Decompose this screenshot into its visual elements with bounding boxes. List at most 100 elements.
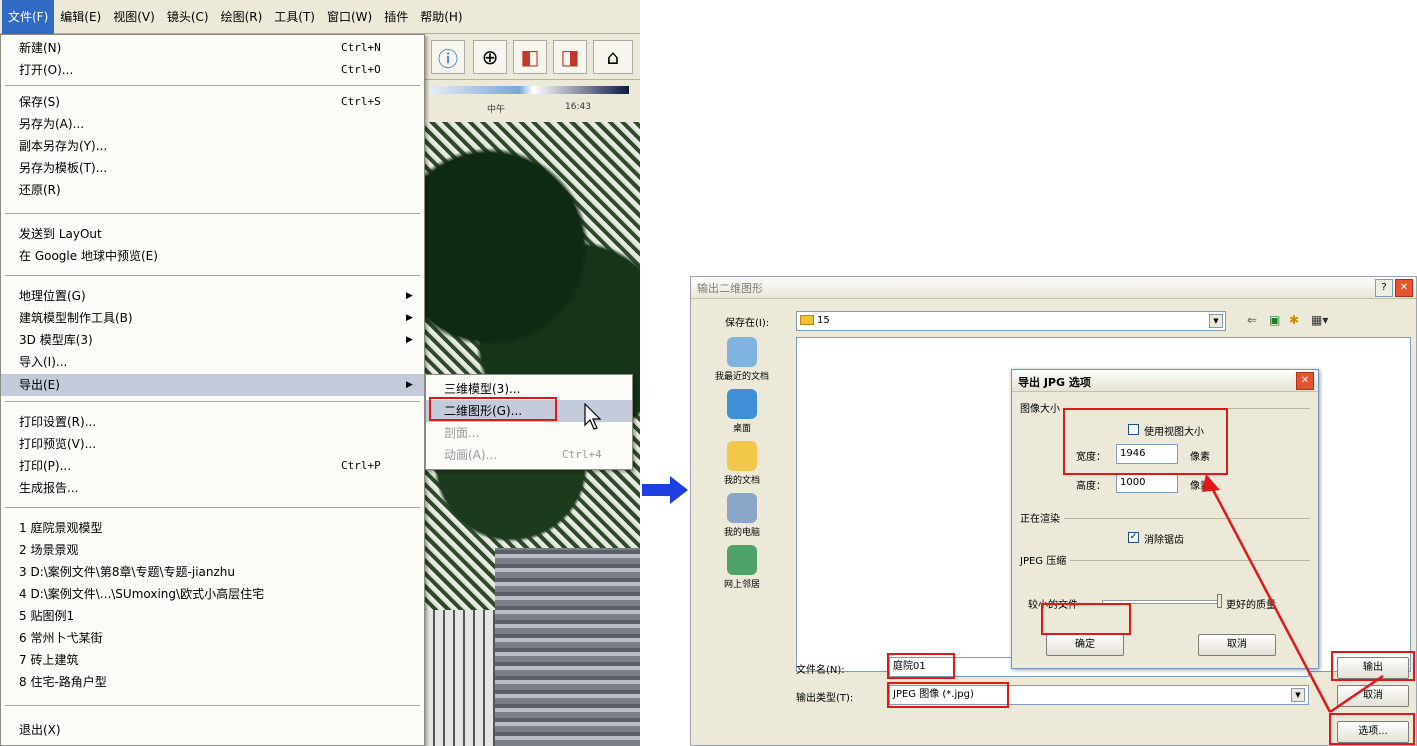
menu-item-revert[interactable]: 还原(R): [1, 179, 424, 201]
menu-item-print-preview[interactable]: 打印预览(V)...: [1, 433, 424, 455]
shortcut: Ctrl+P: [341, 459, 381, 472]
menu-item-building-maker[interactable]: 建筑模型制作工具(B) ▶: [1, 307, 424, 329]
menu-item-save[interactable]: 保存(S) Ctrl+S: [1, 91, 424, 113]
orbit-icon[interactable]: ⊕: [473, 40, 507, 74]
save-in-select[interactable]: 15: [796, 311, 1226, 331]
front-view-icon[interactable]: ◧: [513, 40, 547, 74]
menu-item-label: 8 住宅-路角户型: [19, 675, 107, 689]
close-icon[interactable]: ✕: [1395, 279, 1413, 297]
menu-tools[interactable]: 工具(T): [268, 0, 321, 34]
menu-item-print[interactable]: 打印(P)... Ctrl+P: [1, 455, 424, 477]
folder-icon: [800, 315, 814, 325]
place-recent[interactable]: 我最近的文档: [697, 337, 787, 382]
menu-item-label: 6 常州卜弋某街: [19, 631, 103, 645]
menu-item-label: 副本另存为(Y)...: [19, 139, 108, 153]
menu-item-export[interactable]: 导出(E) ▶: [1, 374, 424, 396]
menu-item-label: 导入(I)...: [19, 355, 68, 369]
menu-item-import[interactable]: 导入(I)...: [1, 351, 424, 373]
menu-item-recent-3[interactable]: 3 D:\案例文件\第8章\专题\专题-jianzhu: [1, 561, 424, 583]
menu-item-report[interactable]: 生成报告...: [1, 477, 424, 499]
shortcut: Ctrl+4: [562, 448, 602, 461]
home-icon[interactable]: ⌂: [593, 40, 633, 74]
menu-item-save-template[interactable]: 另存为模板(T)...: [1, 157, 424, 179]
menu-camera[interactable]: 镜头(C): [161, 0, 215, 34]
menu-item-recent-5[interactable]: 5 贴图例1: [1, 605, 424, 627]
quality-slider-thumb[interactable]: [1217, 594, 1222, 608]
menu-help[interactable]: 帮助(H): [414, 0, 468, 34]
my-computer-icon: [727, 493, 757, 523]
menu-view[interactable]: 视图(V): [107, 0, 161, 34]
right-view-icon[interactable]: ◨: [553, 40, 587, 74]
place-my-documents[interactable]: 我的文档: [697, 441, 787, 486]
new-folder-icon[interactable]: ✱: [1289, 313, 1299, 327]
menu-item-label: 5 贴图例1: [19, 609, 75, 623]
better-quality-label: 更好的质量: [1226, 600, 1276, 611]
annotation-box-2d-graphic: [429, 397, 557, 421]
menu-item-label: 生成报告...: [19, 481, 79, 495]
antialias-checkbox[interactable]: ✓: [1128, 532, 1139, 543]
menu-item-geo-location[interactable]: 地理位置(G) ▶: [1, 285, 424, 307]
menu-window[interactable]: 窗口(W): [321, 0, 378, 34]
blue-arrow-icon: [642, 476, 688, 504]
menu-item-new[interactable]: 新建(N) Ctrl+N: [1, 37, 424, 59]
menu-draw[interactable]: 绘图(R): [215, 0, 269, 34]
menu-item-label: 1 庭院景观模型: [19, 521, 103, 535]
desktop-icon: [727, 389, 757, 419]
options-cancel-button[interactable]: 取消: [1198, 634, 1276, 656]
menu-item-label: 另存为模板(T)...: [19, 161, 108, 175]
menu-plugins[interactable]: 插件: [378, 0, 414, 34]
menu-item-3d-warehouse[interactable]: 3D 模型库(3) ▶: [1, 329, 424, 351]
export-2d-dialog: 输出二维图形 ? ✕ 保存在(I): 15 ▼ ⇐ ▣ ✱ ▦▾ 我最近的文档 …: [690, 276, 1417, 746]
shadow-time-bar: 中午 16:43: [425, 80, 640, 122]
my-documents-icon: [727, 441, 757, 471]
menu-item-send-layout[interactable]: 发送到 LayOut: [1, 223, 424, 245]
filetype-label: 输出类型(T):: [796, 693, 854, 704]
menu-item-save-as[interactable]: 另存为(A)...: [1, 113, 424, 135]
options-title: 导出 JPG 选项: [1018, 376, 1091, 389]
close-icon[interactable]: ✕: [1296, 372, 1314, 390]
menu-item-exit[interactable]: 退出(X): [1, 719, 424, 741]
menu-edit[interactable]: 编辑(E): [54, 0, 107, 34]
menu-item-print-setup[interactable]: 打印设置(R)...: [1, 411, 424, 433]
menu-item-recent-1[interactable]: 1 庭院景观模型: [1, 517, 424, 539]
menu-item-label: 打开(O)...: [19, 63, 74, 77]
shortcut: Ctrl+N: [341, 41, 381, 54]
menu-item-recent-8[interactable]: 8 住宅-路角户型: [1, 671, 424, 693]
time-label: 16:43: [565, 102, 591, 112]
chevron-down-icon[interactable]: ▼: [1291, 688, 1305, 702]
height-label: 高度：: [1076, 481, 1106, 492]
group-label: JPEG 压缩: [1020, 552, 1071, 567]
height-unit: 像素: [1190, 481, 1210, 492]
back-icon[interactable]: ⇐: [1247, 313, 1257, 327]
place-desktop[interactable]: 桌面: [697, 389, 787, 434]
menu-item-google-earth[interactable]: 在 Google 地球中预览(E): [1, 245, 424, 267]
menu-item-label: 还原(R): [19, 183, 61, 197]
ok-button[interactable]: 确定: [1046, 634, 1124, 656]
cancel-button[interactable]: 取消: [1337, 685, 1409, 707]
view-menu-icon[interactable]: ▦▾: [1311, 313, 1328, 327]
menu-item-save-copy[interactable]: 副本另存为(Y)...: [1, 135, 424, 157]
annotation-box-ok: [1041, 603, 1131, 635]
group-label: 正在渲染: [1020, 510, 1064, 525]
shadow-slider[interactable]: [429, 86, 629, 94]
separator: [5, 213, 420, 215]
place-my-computer[interactable]: 我的电脑: [697, 493, 787, 538]
dialog-titlebar: 输出二维图形 ? ✕: [691, 277, 1416, 299]
menu-item-recent-4[interactable]: 4 D:\案例文件\...\SUmoxing\欧式小高层住宅: [1, 583, 424, 605]
menu-item-recent-6[interactable]: 6 常州卜弋某街: [1, 627, 424, 649]
help-icon[interactable]: ?: [1375, 279, 1393, 297]
menu-item-open[interactable]: 打开(O)... Ctrl+O: [1, 59, 424, 81]
menu-item-recent-7[interactable]: 7 砖上建筑: [1, 649, 424, 671]
menu-item-recent-2[interactable]: 2 场景景观: [1, 539, 424, 561]
annotation-box-size: [1063, 408, 1228, 475]
height-input[interactable]: 1000: [1116, 473, 1178, 493]
noon-label: 中午: [487, 105, 506, 115]
place-network[interactable]: 网上邻居: [697, 545, 787, 590]
chevron-down-icon[interactable]: ▼: [1209, 314, 1223, 328]
menu-item-label: 4 D:\案例文件\...\SUmoxing\欧式小高层住宅: [19, 587, 265, 601]
menu-item-label: 建筑模型制作工具(B): [19, 311, 133, 325]
menu-file[interactable]: 文件(F): [2, 0, 55, 34]
up-folder-icon[interactable]: ▣: [1269, 313, 1280, 327]
info-icon[interactable]: ⓘ: [431, 40, 465, 74]
mouse-cursor-icon: [584, 403, 602, 430]
